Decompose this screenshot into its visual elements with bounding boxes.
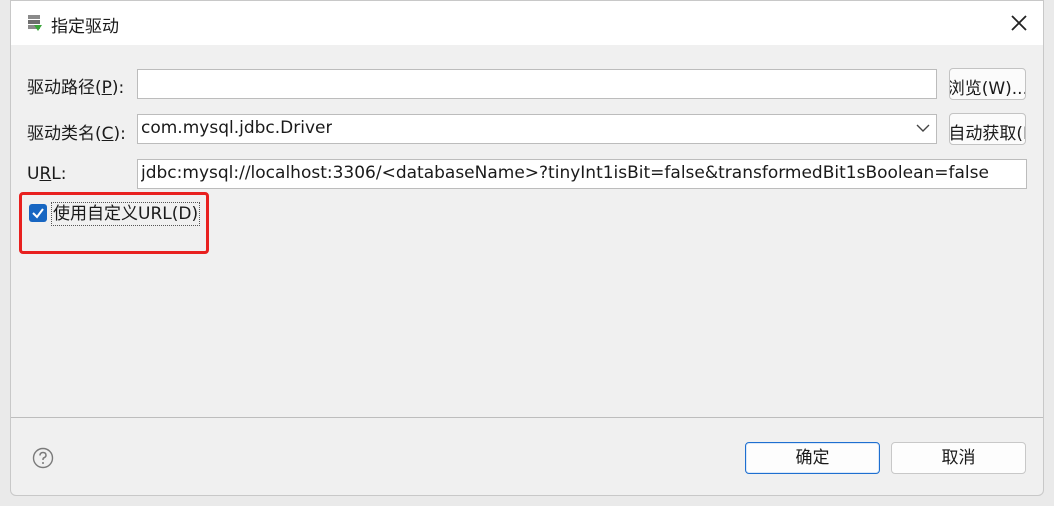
specify-driver-dialog: 指定驱动 驱动路径(P): 浏览(W)... 驱动类名(C): com.mysq… [10,0,1044,496]
highlight-annotation [19,192,209,254]
url-label: URL: [27,164,67,184]
driver-class-label: 驱动类名(C): [27,124,126,144]
close-button[interactable] [1005,9,1033,37]
driver-path-label: 驱动路径(P): [27,78,125,98]
window-title: 指定驱动 [51,17,119,37]
help-icon[interactable] [32,447,54,469]
footer-separator [11,417,1043,418]
driver-class-value: com.mysql.jdbc.Driver [141,118,333,138]
driver-icon [28,15,42,31]
url-value: jdbc:mysql://localhost:3306/<databaseNam… [141,163,989,183]
driver-class-combo[interactable]: com.mysql.jdbc.Driver [137,114,937,144]
close-icon [1011,15,1027,31]
browse-button[interactable]: 浏览(W)... [949,68,1026,100]
ok-button[interactable]: 确定 [745,442,880,474]
auto-fetch-button-label: 自动获取(I [949,124,1026,144]
cancel-button[interactable]: 取消 [891,442,1026,474]
url-input[interactable]: jdbc:mysql://localhost:3306/<databaseNam… [137,159,1027,189]
auto-fetch-button[interactable]: 自动获取(I [949,113,1026,145]
chevron-down-icon[interactable] [916,123,930,133]
browse-button-label: 浏览(W)... [949,79,1026,99]
title-bar: 指定驱动 [11,1,1043,45]
driver-path-input[interactable] [137,69,937,99]
